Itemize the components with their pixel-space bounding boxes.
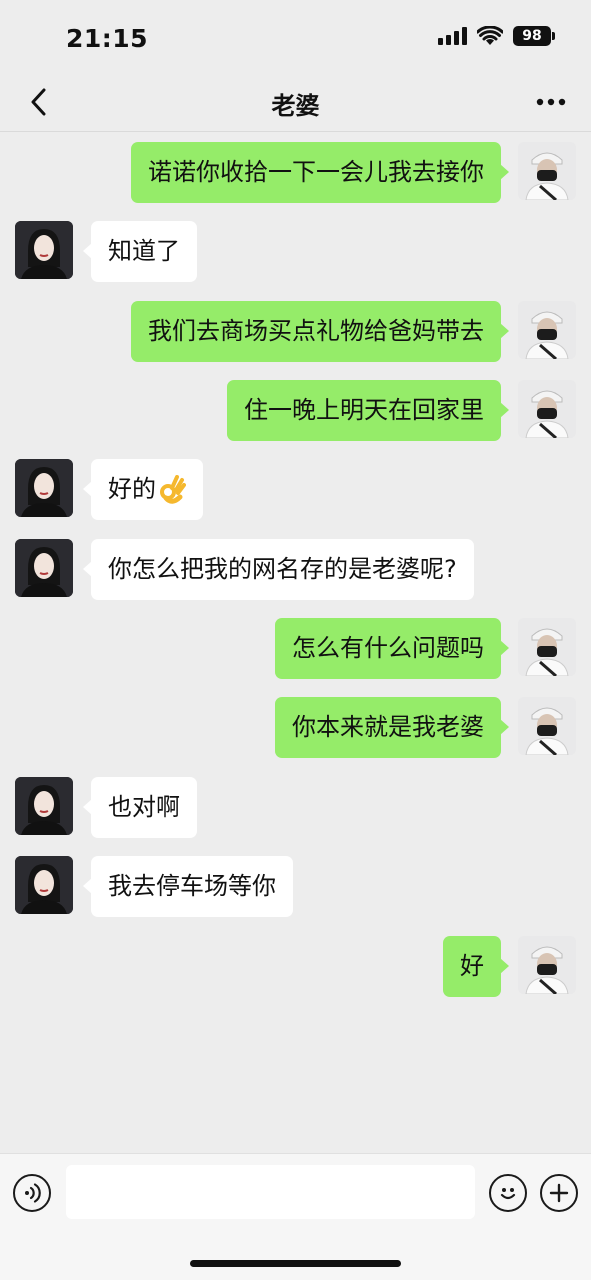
message-received: 也对啊 [0,777,591,839]
message-bubble[interactable]: 我们去商场买点礼物给爸妈带去 [131,301,509,362]
message-received: 好的 [0,459,591,521]
message-sent: 住一晚上明天在回家里 [0,380,591,442]
status-icons: 98 [438,26,555,46]
chat-title: 老婆 [271,92,320,120]
message-bubble[interactable]: 诺诺你收拾一下一会儿我去接你 [131,142,509,203]
my-avatar[interactable] [518,618,576,676]
message-sent: 我们去商场买点礼物给爸妈带去 [0,301,591,363]
my-avatar[interactable] [518,697,576,755]
contact-avatar[interactable] [15,459,73,517]
more-functions-button[interactable] [540,1174,578,1212]
message-bubble[interactable]: 我去停车场等你 [83,856,293,917]
contact-avatar[interactable] [15,539,73,597]
more-options-button[interactable] [533,86,569,118]
home-indicator[interactable] [190,1260,401,1267]
more-dots-icon [536,98,566,106]
battery-icon: 98 [513,26,555,46]
my-avatar[interactable] [518,936,576,994]
message-bubble[interactable]: 好的 [83,459,203,520]
message-bubble[interactable]: 知道了 [83,221,197,282]
my-avatar[interactable] [518,142,576,200]
smiley-icon [500,1188,516,1200]
contact-avatar[interactable] [15,777,73,835]
wifi-icon [477,26,503,45]
ok-hand-emoji-icon [160,475,186,504]
status-time: 21:15 [66,24,149,53]
message-bubble[interactable]: 好 [443,936,509,997]
message-bubble[interactable]: 也对啊 [83,777,197,838]
chat-area[interactable]: 诺诺你收拾一下一会儿我去接你 知道了 我们去商场买点礼物给爸妈带去 住一晚上明天… [0,133,591,1153]
plus-icon [549,1183,569,1203]
message-sent: 诺诺你收拾一下一会儿我去接你 [0,142,591,204]
message-received: 知道了 [0,221,591,283]
contact-avatar[interactable] [15,856,73,914]
contact-avatar[interactable] [15,221,73,279]
message-input[interactable] [66,1165,475,1219]
cellular-signal-icon [438,27,467,45]
message-bubble[interactable]: 住一晚上明天在回家里 [227,380,509,441]
voice-button[interactable] [13,1174,51,1212]
voice-icon [25,1183,41,1203]
message-bubble[interactable]: 你怎么把我的网名存的是老婆呢? [83,539,474,600]
message-text: 好的 [108,475,156,503]
nav-bar: 老婆 [0,72,591,132]
message-bubble[interactable]: 怎么有什么问题吗 [275,618,509,679]
my-avatar[interactable] [518,301,576,359]
battery-level: 98 [522,28,542,44]
my-avatar[interactable] [518,380,576,438]
status-bar: 21:15 98 [0,0,591,72]
message-sent: 你本来就是我老婆 [0,697,591,759]
message-received: 我去停车场等你 [0,856,591,918]
message-received: 你怎么把我的网名存的是老婆呢? [0,539,591,601]
message-sent: 怎么有什么问题吗 [0,618,591,680]
message-sent: 好 [0,936,591,998]
message-bubble[interactable]: 你本来就是我老婆 [275,697,509,758]
emoji-button[interactable] [489,1174,527,1212]
